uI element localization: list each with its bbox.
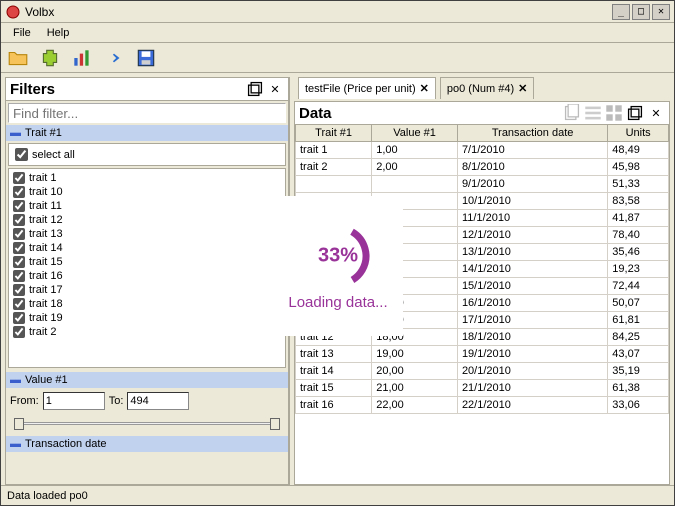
- trait-checkbox[interactable]: [13, 284, 25, 296]
- table-row[interactable]: trait 1622,0022/1/201033,06: [296, 397, 669, 414]
- loading-text: Loading data...: [288, 295, 387, 312]
- list-item[interactable]: trait 1: [11, 171, 283, 185]
- trait-checkbox[interactable]: [13, 228, 25, 240]
- toolbar: [1, 43, 674, 73]
- trait-checkbox[interactable]: [13, 214, 25, 226]
- trait-checkbox[interactable]: [13, 256, 25, 268]
- statusbar: Data loaded po0: [1, 485, 674, 505]
- list-item[interactable]: trait 15: [11, 255, 283, 269]
- close-data-icon[interactable]: ✕: [647, 104, 665, 122]
- window-title: Volbx: [25, 5, 610, 19]
- trait-checkbox[interactable]: [13, 312, 25, 324]
- column-header[interactable]: Transaction date: [457, 125, 607, 142]
- restore-icon[interactable]: [246, 80, 264, 98]
- select-all-label: select all: [32, 149, 75, 161]
- copy-icon[interactable]: [563, 104, 581, 122]
- export-arrow-icon[interactable]: [103, 47, 125, 69]
- list-item[interactable]: trait 16: [11, 269, 283, 283]
- trait-checkbox[interactable]: [13, 186, 25, 198]
- open-folder-icon[interactable]: [7, 47, 29, 69]
- close-button[interactable]: ✕: [652, 4, 670, 20]
- table-row[interactable]: trait 22,008/1/201045,98: [296, 159, 669, 176]
- column-header[interactable]: Trait #1: [296, 125, 372, 142]
- list-item[interactable]: trait 13: [11, 227, 283, 241]
- table-row[interactable]: trait 11,007/1/201048,49: [296, 142, 669, 159]
- list-icon[interactable]: [584, 104, 602, 122]
- trait-checkbox[interactable]: [13, 200, 25, 212]
- list-item[interactable]: trait 18: [11, 297, 283, 311]
- from-label: From:: [10, 395, 39, 407]
- find-filter-input[interactable]: [8, 103, 286, 123]
- table-row[interactable]: trait 1319,0019/1/201043,07: [296, 346, 669, 363]
- tab-testfile[interactable]: testFile (Price per unit)✕: [298, 77, 436, 99]
- tab-po0[interactable]: po0 (Num #4)✕: [440, 77, 534, 99]
- txn-section[interactable]: ▬Transaction date: [6, 436, 288, 452]
- table-row[interactable]: trait 1420,0020/1/201035,19: [296, 363, 669, 380]
- data-title: Data: [299, 105, 560, 122]
- status-text: Data loaded po0: [7, 490, 88, 502]
- column-header[interactable]: Units: [608, 125, 669, 142]
- restore-icon[interactable]: [626, 104, 644, 122]
- close-tab-icon[interactable]: ✕: [420, 82, 429, 95]
- menu-file[interactable]: File: [5, 25, 39, 41]
- chart-icon[interactable]: [71, 47, 93, 69]
- loading-percent: 33%: [318, 244, 358, 267]
- app-icon: [5, 4, 21, 20]
- grid-icon[interactable]: [605, 104, 623, 122]
- trait-checkbox[interactable]: [13, 172, 25, 184]
- to-input[interactable]: [127, 392, 189, 410]
- table-row[interactable]: 9/1/201051,33: [296, 176, 669, 193]
- range-slider[interactable]: [14, 416, 280, 430]
- list-item[interactable]: trait 11: [11, 199, 283, 213]
- trait-list[interactable]: trait 1trait 10trait 11trait 12trait 13t…: [8, 168, 286, 368]
- column-header[interactable]: Value #1: [372, 125, 458, 142]
- trait-checkbox[interactable]: [13, 270, 25, 282]
- menu-help[interactable]: Help: [39, 25, 78, 41]
- to-label: To:: [109, 395, 124, 407]
- titlebar: Volbx _ □ ✕: [1, 1, 674, 23]
- menubar: File Help: [1, 23, 674, 43]
- list-item[interactable]: trait 2: [11, 325, 283, 339]
- value-section[interactable]: ▬Value #1: [6, 372, 288, 388]
- from-input[interactable]: [43, 392, 105, 410]
- trait-checkbox[interactable]: [13, 242, 25, 254]
- filters-header: Filters ✕: [5, 77, 289, 101]
- data-header: Data ✕: [295, 102, 669, 124]
- list-item[interactable]: trait 19: [11, 311, 283, 325]
- filters-title: Filters: [10, 81, 244, 98]
- select-all-row[interactable]: select all: [8, 143, 286, 166]
- close-tab-icon[interactable]: ✕: [518, 82, 527, 95]
- loading-overlay: 33% Loading data...: [273, 196, 403, 336]
- minimize-button[interactable]: _: [612, 4, 630, 20]
- list-item[interactable]: trait 10: [11, 185, 283, 199]
- trait-section[interactable]: ▬Trait #1: [6, 125, 288, 141]
- select-all-checkbox[interactable]: [15, 148, 28, 161]
- trait-checkbox[interactable]: [13, 298, 25, 310]
- spinner-icon: 33%: [303, 221, 373, 291]
- trait-checkbox[interactable]: [13, 326, 25, 338]
- list-item[interactable]: trait 14: [11, 241, 283, 255]
- list-item[interactable]: trait 17: [11, 283, 283, 297]
- save-icon[interactable]: [135, 47, 157, 69]
- close-panel-icon[interactable]: ✕: [266, 80, 284, 98]
- maximize-button[interactable]: □: [632, 4, 650, 20]
- tabs: testFile (Price per unit)✕ po0 (Num #4)✕: [294, 77, 670, 99]
- list-item[interactable]: trait 12: [11, 213, 283, 227]
- table-row[interactable]: trait 1521,0021/1/201061,38: [296, 380, 669, 397]
- plugin-icon[interactable]: [39, 47, 61, 69]
